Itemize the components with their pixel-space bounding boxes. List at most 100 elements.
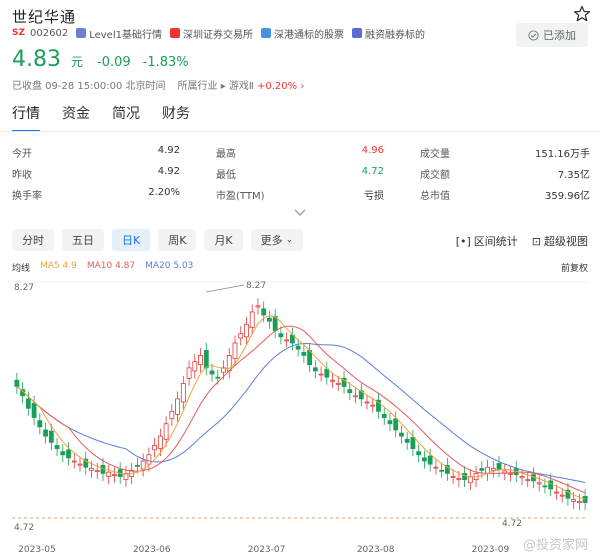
stats-row: 换手率 2.20% 市盈(TTM) 亏损 总市值 359.96亿 [12,187,590,208]
candle [106,471,112,477]
tag-margin[interactable]: 融资融券标的 [351,26,425,41]
candle [496,463,502,471]
ma20-value: MA20 5.03 [145,261,194,271]
stat-value: 亏损 [364,191,384,202]
x-tick-label: 2023-05 [18,545,56,555]
current-price: 4.83 [12,47,61,72]
watermark: @投资家网 [522,538,588,553]
tag-row: SZ 002602 Level1基础行情 深圳证券交易所 深港通标的股票 融资融… [12,26,433,41]
chevron-right-icon: › [300,81,305,92]
candle [462,473,467,481]
candle [416,451,422,456]
candle [582,495,588,504]
market-status: 已收盘 09-28 15:00:00 北京时间 [12,81,166,92]
candle [536,482,542,485]
candle [439,469,445,472]
x-tick-label: 2023-08 [357,545,395,555]
ma-label[interactable]: 均线 [12,261,30,274]
tag-exchange[interactable]: 深圳证券交易所 [169,26,253,41]
candle [31,402,37,418]
period-daily-k[interactable]: 日K [112,229,151,251]
candle [508,473,513,475]
level1-icon [76,28,87,38]
candle [163,423,169,440]
tag-level1[interactable]: Level1基础行情 [76,26,162,41]
star-icon[interactable] [572,4,592,24]
candle [146,454,152,465]
candle [192,361,198,372]
period-weekly-k[interactable]: 周K [158,229,197,251]
candle [112,474,117,477]
tab-divider [0,131,600,132]
candle [559,494,565,497]
candle [152,445,158,451]
candle [542,485,548,488]
chevron-down-icon: ⌄ [285,235,294,245]
candle [335,382,341,385]
candle [295,345,301,350]
candle [456,477,462,481]
industry-link[interactable]: 所属行业 ▸ 游戏Ⅱ +0.20% › [178,77,305,92]
candle [261,308,267,316]
x-tick-label: 2023-06 [133,545,171,555]
market-badge: SZ [12,28,26,38]
ma20-line [16,342,586,484]
candle [284,339,290,342]
ma5-value: MA5 4.9 [40,261,77,271]
period-more-dropdown[interactable]: 更多 ⌄ [250,229,304,251]
stat-value: 359.96亿 [545,191,590,202]
candle [548,480,554,490]
stat-label: 最低 [216,170,236,181]
candle [479,468,485,471]
stock-code: 002602 [30,27,69,39]
expand-frame-icon: ⊡ [531,234,541,248]
super-view-button[interactable]: ⊡ 超级视图 [532,233,588,249]
added-watchlist-button[interactable]: 已添加 [516,23,588,47]
candle [203,350,209,369]
ma-legend: 均线 MA5 4.9 MA10 4.87 MA20 5.03 [12,261,193,274]
candle [244,323,249,338]
tab-funds[interactable]: 资金 [62,103,90,129]
tab-finance[interactable]: 财务 [162,103,190,129]
period-intraday[interactable]: 分时 [12,229,54,251]
candlestick-chart[interactable]: 8.27 4.72 8.27 4.72 2023-05 2023-06 2023-0… [0,276,600,557]
candle [301,351,307,356]
price-unit: 元 [70,55,83,69]
candle [467,476,473,484]
stat-value: 7.35亿 [557,170,590,181]
candle [278,333,284,338]
tag-connect[interactable]: 深港通标的股票 [260,26,344,41]
tab-profile[interactable]: 简况 [112,103,140,129]
candle [209,370,215,375]
period-5day[interactable]: 五日 [62,229,104,251]
stat-value: 151.16万手 [535,149,590,160]
candle [267,317,272,322]
stat-label: 昨收 [12,170,32,181]
main-tabs: 行情 资金 简况 财务 [12,103,190,132]
x-tick-label: 2023-07 [248,545,286,555]
max-price-callout: 8.27 [246,281,266,291]
candle [37,420,43,428]
candle [312,367,318,372]
adjust-mode-button[interactable]: 前复权 [561,261,588,274]
stock-name: 世纪华通 [12,8,77,26]
stat-value: 4.72 [361,166,384,177]
chart-tools: [•] 区间统计 ⊡ 超级视图 [456,233,588,249]
stat-label: 成交额 [420,170,450,181]
status-row: 已收盘 09-28 15:00:00 北京时间 所属行业 ▸ 游戏Ⅱ +0.20… [12,77,304,92]
candle [198,355,203,366]
candle [25,398,31,409]
candle [519,476,525,479]
stat-label: 市盈(TTM) [216,191,265,202]
range-stats-button[interactable]: [•] 区间统计 [456,233,518,249]
candle [14,379,20,387]
period-monthly-k[interactable]: 月K [204,229,243,251]
candle [255,305,261,308]
candle [186,367,192,379]
chevron-down-icon[interactable] [294,209,306,217]
price-row: 4.83 元 -0.09 -1.83% [12,47,201,72]
x-tick-label: 2023-09 [472,545,510,555]
candle [238,333,244,339]
tab-quote[interactable]: 行情 [12,103,40,132]
candle [370,404,376,407]
